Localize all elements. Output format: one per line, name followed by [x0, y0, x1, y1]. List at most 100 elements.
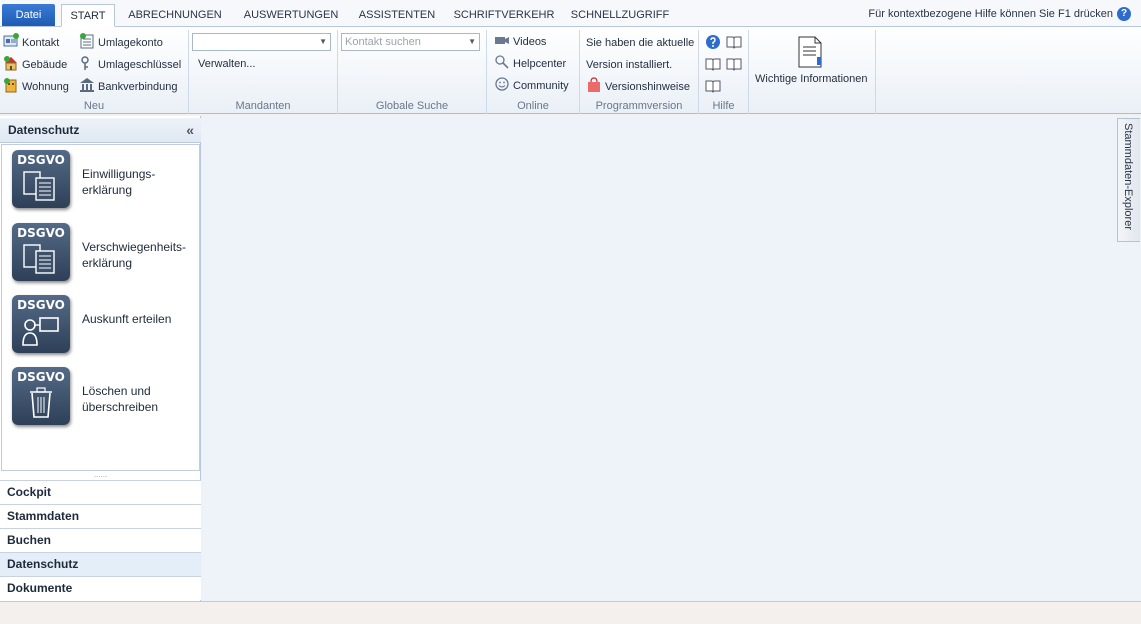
item-label-line2: erklärung — [82, 256, 133, 270]
status-bar — [0, 601, 1141, 624]
group-hilfe: Hilfe — [699, 30, 749, 114]
new-wohnung-label: Wohnung — [22, 81, 69, 93]
group-online: Videos Helpcenter Community Online — [487, 30, 580, 114]
bank-icon — [79, 77, 95, 93]
tab-auswertungen[interactable]: AUSWERTUNGEN — [239, 4, 343, 27]
tab-start[interactable]: START — [61, 4, 115, 27]
key-icon — [79, 55, 95, 71]
dsgvo-trash-icon: DSGVO — [12, 367, 70, 425]
apartment-icon — [3, 77, 19, 93]
ribbon: Kontakt Gebäude Wohnung Umlagekonto Umla… — [0, 27, 1141, 114]
verschwiegenheitserklaerung-label: Verschwiegenheits- erklärung — [82, 239, 186, 271]
document-info-icon[interactable] — [797, 36, 823, 68]
videos-button[interactable]: Videos — [494, 32, 546, 50]
smiley-icon — [494, 76, 510, 92]
dsgvo-documents-icon: DSGVO — [12, 223, 70, 281]
video-camera-icon — [494, 32, 510, 48]
help-question-button[interactable] — [705, 34, 724, 52]
navigation-panel: Datenschutz « DSGVO Einwilligungs- erklä… — [0, 116, 201, 601]
group-neu: Kontakt Gebäude Wohnung Umlagekonto Umla… — [0, 30, 189, 114]
community-button[interactable]: Community — [494, 76, 569, 94]
new-wohnung-button[interactable]: Wohnung — [3, 77, 69, 95]
item-label-line1: Einwilligungs- — [82, 167, 156, 181]
datenschutz-items: DSGVO Einwilligungs- erklärung DSGVO Ver… — [1, 144, 200, 471]
item-label-line1: Löschen und — [82, 384, 151, 398]
new-bankverbindung-button[interactable]: Bankverbindung — [79, 77, 178, 95]
tab-schriftverkehr[interactable]: SCHRIFTVERKEHR — [452, 4, 556, 27]
help-book-button-1[interactable] — [726, 34, 745, 52]
dsgvo-documents-icon: DSGVO — [12, 150, 70, 208]
tab-schnellzugriff[interactable]: SCHNELLZUGRIFF — [568, 4, 672, 27]
help-book-button-3[interactable] — [726, 56, 745, 74]
new-umlageschluessel-button[interactable]: Umlageschlüssel — [79, 55, 181, 73]
item-label-line2: erklärung — [82, 183, 133, 197]
mandant-select[interactable]: ▼ — [192, 33, 331, 51]
new-kontakt-label: Kontakt — [22, 37, 60, 49]
item-label-line1: Verschwiegenheits- — [82, 240, 187, 254]
new-kontakt-button[interactable]: Kontakt — [3, 33, 59, 51]
panel-splitter-handle[interactable]: ...... — [0, 471, 201, 480]
loeschen-und-ueberschreiben-label: Löschen und überschreiben — [82, 383, 158, 415]
einwilligungserklaerung-item[interactable]: DSGVO Einwilligungs- erklärung — [12, 150, 192, 212]
dsgvo-tile-label: DSGVO — [17, 226, 65, 240]
chevron-down-icon: ▼ — [468, 37, 476, 46]
einwilligungserklaerung-label: Einwilligungs- erklärung — [82, 166, 155, 198]
ribbon-tab-strip: Datei START ABRECHNUNGEN AUSWERTUNGEN AS… — [0, 0, 1141, 27]
help-book-button-4[interactable] — [705, 78, 724, 96]
videos-label: Videos — [513, 36, 547, 48]
nav-section-buchen[interactable]: Buchen — [0, 528, 201, 552]
book-icon — [705, 78, 721, 94]
contact-card-icon — [3, 33, 19, 49]
versionshinweise-button[interactable]: Versionshinweise — [586, 77, 690, 95]
dsgvo-tile-label: DSGVO — [17, 370, 65, 384]
file-menu-tab[interactable]: Datei — [2, 4, 55, 26]
nav-section-stammdaten[interactable]: Stammdaten — [0, 504, 201, 528]
kontakt-search-input[interactable]: Kontakt suchen ▼ — [341, 33, 480, 51]
dsgvo-tile-label: DSGVO — [17, 298, 65, 312]
nav-panel-header: Datenschutz « — [0, 118, 201, 143]
book-icon — [726, 56, 742, 72]
stammdaten-explorer-label: Stammdaten-Explorer — [1122, 123, 1134, 230]
wichtige-informationen-button[interactable]: Wichtige Informationen — [755, 73, 868, 85]
mandanten-verwalten-button[interactable]: Verwalten... — [198, 58, 255, 70]
stammdaten-explorer-tab[interactable]: Stammdaten-Explorer — [1117, 118, 1140, 242]
question-icon — [705, 34, 721, 50]
versionshinweise-label: Versionshinweise — [605, 81, 690, 93]
new-bankverbindung-label: Bankverbindung — [98, 81, 178, 93]
group-mandanten-label: Mandanten — [235, 100, 291, 112]
version-status-line2: Version installiert. — [586, 59, 673, 71]
help-hint-text: Für kontextbezogene Hilfe können Sie F1 … — [868, 8, 1113, 20]
help-book-button-2[interactable] — [705, 56, 724, 74]
help-icon[interactable]: ? — [1117, 7, 1131, 21]
new-gebaeude-label: Gebäude — [22, 59, 68, 71]
group-hilfe-label: Hilfe — [712, 100, 735, 112]
search-placeholder: Kontakt suchen — [345, 36, 421, 48]
nav-section-cockpit[interactable]: Cockpit — [0, 480, 201, 504]
nav-section-dokumente[interactable]: Dokumente — [0, 576, 201, 600]
tab-abrechnungen[interactable]: ABRECHNUNGEN — [123, 4, 227, 27]
loeschen-und-ueberschreiben-item[interactable]: DSGVO Löschen und überschreiben — [12, 367, 192, 429]
tab-assistenten[interactable]: ASSISTENTEN — [355, 4, 439, 27]
group-neu-label: Neu — [83, 100, 105, 112]
nav-section-datenschutz[interactable]: Datenschutz — [0, 552, 201, 576]
book-icon — [705, 56, 721, 72]
building-icon — [3, 55, 19, 71]
helpcenter-label: Helpcenter — [513, 58, 567, 70]
group-programmversion-label: Programmversion — [595, 100, 683, 112]
group-mandanten: ▼ Verwalten... Mandanten — [189, 30, 338, 114]
nav-panel-title: Datenschutz — [8, 123, 80, 137]
new-gebaeude-button[interactable]: Gebäude — [3, 55, 67, 73]
item-label-line2: überschreiben — [82, 400, 159, 414]
magnifier-person-icon — [494, 54, 510, 70]
book-icon — [726, 34, 742, 50]
dsgvo-tile-label: DSGVO — [17, 153, 65, 167]
item-label-line1: Auskunft erteilen — [82, 312, 172, 326]
collapse-panel-icon[interactable]: « — [186, 118, 194, 143]
main-content-area — [202, 116, 1141, 601]
verschwiegenheitserklaerung-item[interactable]: DSGVO Verschwiegenheits- erklärung — [12, 223, 192, 285]
new-umlagekonto-button[interactable]: Umlagekonto — [79, 33, 163, 51]
group-online-label: Online — [517, 100, 549, 112]
group-wichtige-informationen: Wichtige Informationen — [749, 30, 876, 114]
auskunft-erteilen-item[interactable]: DSGVO Auskunft erteilen — [12, 295, 192, 357]
helpcenter-button[interactable]: Helpcenter — [494, 54, 566, 72]
